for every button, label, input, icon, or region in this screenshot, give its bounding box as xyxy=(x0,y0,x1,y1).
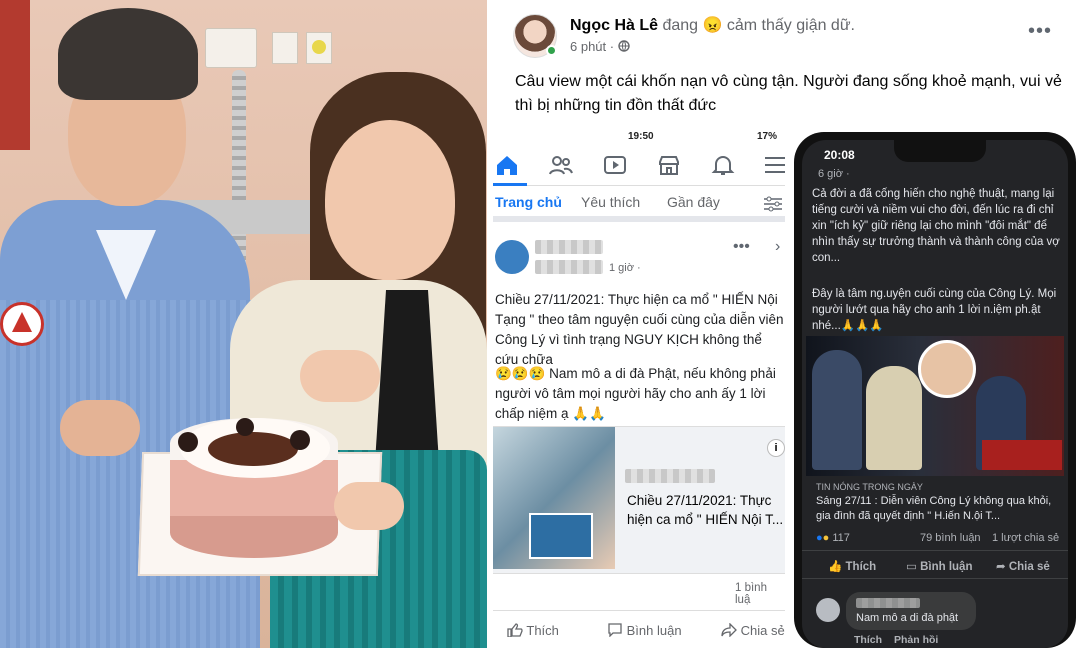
news-portrait xyxy=(918,340,976,398)
like-label: Thích xyxy=(845,561,877,573)
post-body: Cả đời a đã cống hiến cho nghệ thuật, ma… xyxy=(812,188,1060,264)
comment-button[interactable]: ▭ Bình luận xyxy=(906,559,972,573)
divider xyxy=(802,550,1068,551)
comment-button[interactable]: Bình luận xyxy=(607,623,682,638)
share-icon xyxy=(721,622,737,638)
phone-notch xyxy=(894,140,986,162)
doctors-photo xyxy=(529,513,593,559)
post-timestamp[interactable]: 6 phút · xyxy=(570,39,630,54)
post-time-text: 6 phút · xyxy=(570,39,615,54)
feeling-text: đang 😠 cảm thấy giận dữ. xyxy=(662,17,855,34)
filter-icon[interactable] xyxy=(763,196,783,212)
feed-tabs: Trang chủ Yêu thích Gần đây xyxy=(493,186,785,222)
fb-nav-bar xyxy=(493,146,785,186)
comment-count[interactable]: 1 bình luậ xyxy=(735,582,785,606)
like-button[interactable]: Thích xyxy=(507,623,559,638)
menu-icon[interactable] xyxy=(763,154,787,176)
globe-icon xyxy=(618,40,630,52)
friends-icon[interactable] xyxy=(549,154,573,176)
comment-count[interactable]: 79 bình luận xyxy=(920,532,981,544)
sad-reaction-icon: ● xyxy=(822,532,830,544)
comment-text: Nam mô a di đà phật xyxy=(856,612,959,624)
post-body-2: 😢😢😢 Nam mô a di đà Phật, nếu không phải … xyxy=(495,366,776,421)
news-title[interactable]: Sáng 27/11 : Diễn viên Công Lý không qua… xyxy=(816,494,1062,524)
divider-2 xyxy=(802,578,1068,579)
page-avatar[interactable] xyxy=(495,240,529,274)
post-more-icon[interactable]: ••• xyxy=(733,238,750,256)
comment-icon: ▭ xyxy=(906,561,917,573)
tab-trang-chu[interactable]: Trang chủ xyxy=(495,194,562,210)
comment-label: Bình luận xyxy=(626,623,682,638)
online-status-dot xyxy=(546,45,557,56)
status-time: 19:50 xyxy=(628,131,654,142)
status-bar: 19:50 17% xyxy=(493,128,785,146)
author-avatar[interactable] xyxy=(513,14,557,58)
tab-gan-day[interactable]: Gần đây xyxy=(667,194,720,210)
like-button[interactable]: 👍 Thích xyxy=(828,559,876,573)
status-time: 20:08 xyxy=(824,148,855,162)
blurred-commenter-name xyxy=(856,598,920,608)
marketplace-icon[interactable] xyxy=(657,154,681,176)
post-body-2: Đây là tâm ng.uyện cuối cùng của Công Lý… xyxy=(812,288,1057,332)
comment-like-link[interactable]: Thích xyxy=(854,634,882,646)
phone-frame: 20:08 6 giờ · Cả đời a đã cống hiến cho … xyxy=(794,132,1076,648)
share-label: Chia sẻ xyxy=(1008,561,1050,573)
notifications-bell-icon[interactable] xyxy=(711,154,735,176)
phone-screen: 20:08 6 giờ · Cả đời a đã cống hiến cho … xyxy=(802,140,1068,648)
share-label: Chia sẻ xyxy=(740,623,785,638)
post-caption: Câu view một cái khốn nạn vô cùng tận. N… xyxy=(515,73,1062,114)
share-button[interactable]: Chia sẻ xyxy=(721,622,785,638)
blurred-page-name xyxy=(535,240,603,254)
hospital-photo xyxy=(0,0,487,648)
like-icon xyxy=(507,623,523,638)
commenter-avatar[interactable] xyxy=(816,598,840,622)
author-line: Ngọc Hà Lê đang 😠 cảm thấy giận dữ. xyxy=(570,15,855,35)
blurred-page-sub xyxy=(535,260,603,274)
post-body: Chiều 27/11/2021: Thực hiện ca mổ " HIẾN… xyxy=(495,292,784,367)
author-name[interactable]: Ngọc Hà Lê xyxy=(570,17,658,34)
facebook-post-header: Ngọc Hà Lê đang 😠 cảm thấy giận dữ. 6 ph… xyxy=(493,0,1080,128)
post-time-fragment: 6 giờ · xyxy=(818,168,850,180)
tab-yeu-thich[interactable]: Yêu thích xyxy=(581,194,640,210)
post-time: 1 giờ · xyxy=(609,262,641,274)
news-figure-2 xyxy=(866,366,922,470)
news-image xyxy=(806,336,1064,476)
close-icon[interactable]: › xyxy=(775,238,780,256)
news-figure-1 xyxy=(812,350,862,470)
more-options-icon[interactable]: ••• xyxy=(1028,20,1052,43)
screenshot-facebook-feed: 19:50 17% Trang chủ Yêu thích Gần đây 1 … xyxy=(493,128,789,648)
news-label: TIN NÓNG TRONG NGÀY xyxy=(816,482,923,492)
reaction-number: 117 xyxy=(832,532,850,544)
link-title: Chiều 27/11/2021: Thực hiện ca mổ " HIẾN… xyxy=(627,493,784,527)
watch-icon[interactable] xyxy=(603,154,627,176)
info-icon[interactable]: i xyxy=(767,439,785,457)
comment-bubble: Nam mô a di đà phật xyxy=(846,592,976,630)
comment-label: Bình luận xyxy=(920,561,973,573)
post-action-bar: Thích Bình luận Chia sẻ xyxy=(493,610,785,648)
home-icon[interactable] xyxy=(495,154,519,176)
like-icon: 👍 xyxy=(828,561,843,573)
battery-level: 17% xyxy=(756,131,777,142)
comment-icon xyxy=(608,623,622,638)
reaction-count[interactable]: ●● 117 xyxy=(816,532,850,544)
screenshot-phone-dark: 20:08 6 giờ · Cả đời a đã cống hiến cho … xyxy=(790,128,1080,648)
like-label: Thích xyxy=(526,623,559,638)
blurred-domain xyxy=(625,469,715,483)
like-reaction-icon: ● xyxy=(816,532,823,544)
news-coffin xyxy=(982,440,1062,470)
share-icon: ➦ xyxy=(996,561,1006,573)
link-preview[interactable]: Chiều 27/11/2021: Thực hiện ca mổ " HIẾN… xyxy=(493,426,785,574)
share-count[interactable]: 1 lượt chia sẻ xyxy=(992,532,1059,544)
comment-reply-link[interactable]: Phản hồi xyxy=(894,634,938,646)
share-button[interactable]: ➦ Chia sẻ xyxy=(996,559,1050,573)
